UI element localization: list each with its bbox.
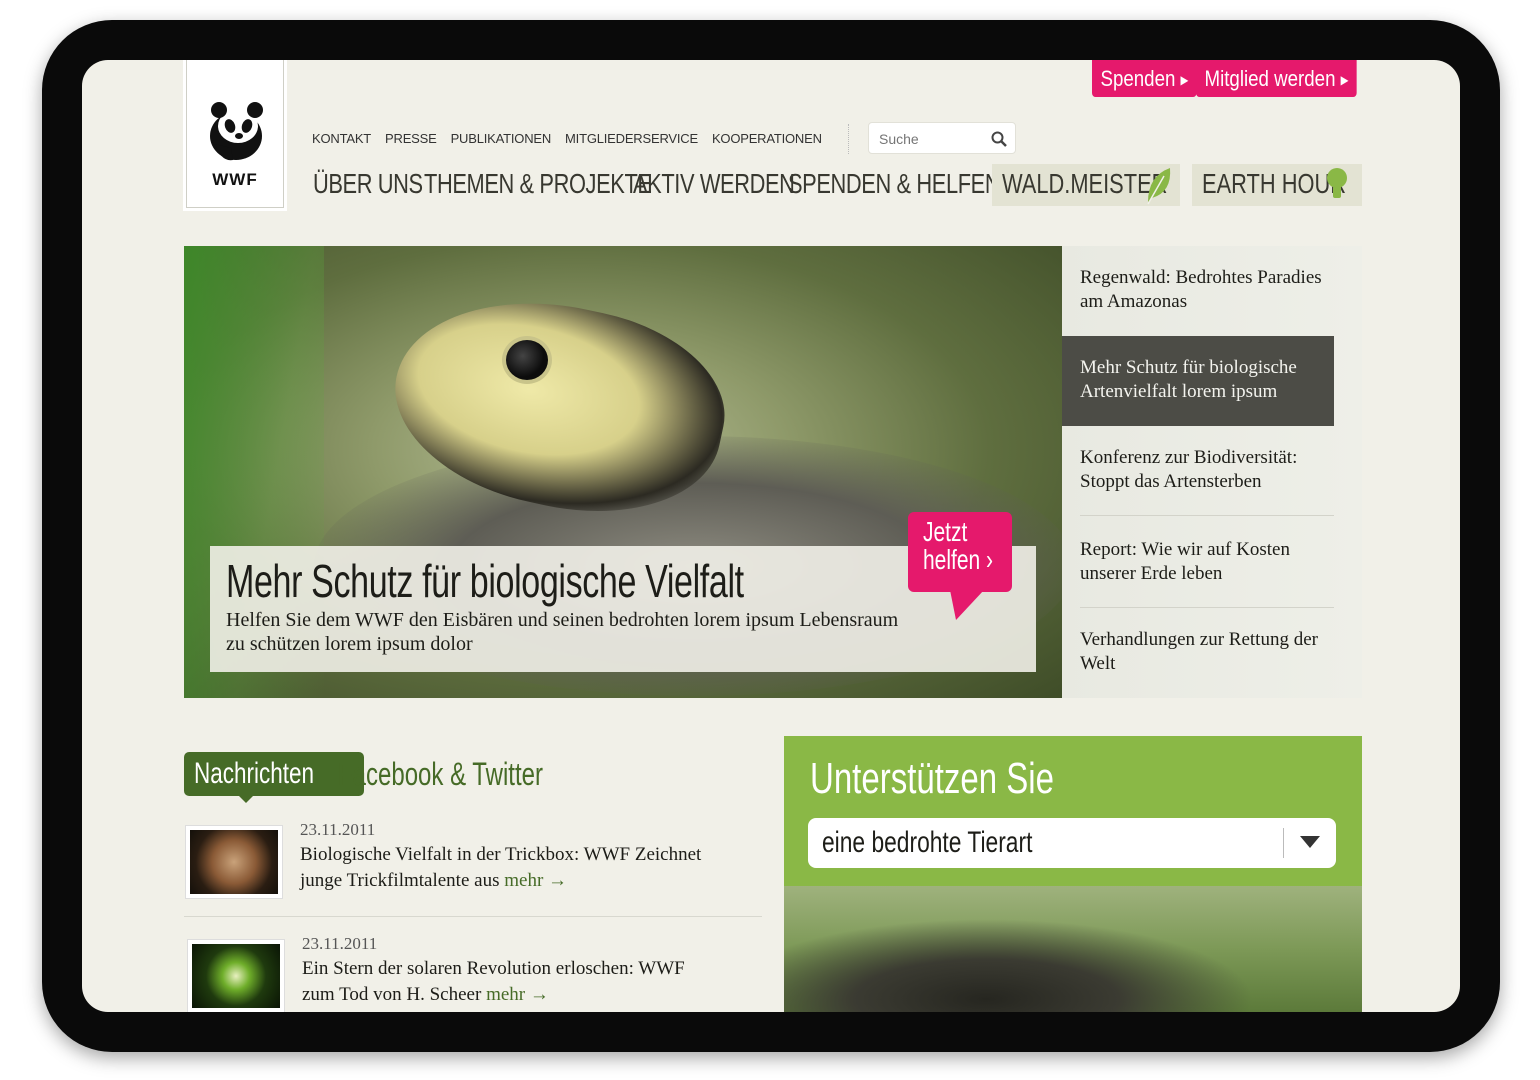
select-divider (1283, 828, 1284, 858)
jetzt-helfen-label: Jetzt helfen › (923, 516, 994, 575)
chevron-down-icon[interactable] (1300, 836, 1320, 850)
donate-button[interactable]: Spenden ▶ (1092, 60, 1197, 97)
teaser-label: Mehr Schutz für biologische Artenvielfal… (1080, 357, 1297, 402)
nav-link-publikationen[interactable]: PUBLIKATIONEN (451, 131, 552, 146)
teaser-item[interactable]: Regenwald: Bedrohtes Paradies am Amazona… (1062, 246, 1334, 336)
news-text: Ein Stern der solaren Revolution erlosch… (302, 956, 722, 1008)
nav-divider (848, 124, 849, 154)
news-title[interactable]: Biologische Vielfalt in der Trickbox: WW… (300, 844, 701, 891)
nav-themen-projekte-label: THEMEN & PROJEKTE (424, 168, 652, 199)
animal-select-value: eine bedrohte Tierart (822, 826, 1033, 859)
donate-label: Spenden (1100, 66, 1176, 91)
member-button[interactable]: Mitglied werden ▶ (1196, 60, 1357, 97)
news-thumbnail-sun[interactable] (188, 940, 284, 1012)
tab-facebook-twitter[interactable]: Facebook & Twitter (338, 752, 543, 796)
teaser-label: Regenwald: Bedrohtes Paradies am Amazona… (1080, 267, 1322, 312)
arrow-right-icon: ▶ (1180, 73, 1189, 87)
browser-viewport: WWF Spenden ▶ Mitglied werden ▶ KONTAKT PR… (82, 60, 1460, 1012)
arrow-right-icon: ▶ (1340, 73, 1349, 87)
news-date: 23.11.2011 (302, 934, 378, 953)
nav-spenden-helfen-label: SPENDEN & HELFEN (788, 168, 1001, 199)
hero-title[interactable]: Mehr Schutz für biologische Vielfalt (226, 554, 744, 608)
snake-eye (502, 336, 552, 384)
nav-link-kooperationen[interactable]: KOOPERATIONEN (712, 131, 822, 146)
search-box[interactable] (868, 122, 1016, 154)
teaser-item[interactable]: Report: Wie wir auf Kosten unserer Erde … (1062, 518, 1334, 608)
teaser-list: Regenwald: Bedrohtes Paradies am Amazona… (1062, 246, 1362, 698)
nav-aktiv-werden-label: AKTIV WERDEN (633, 168, 795, 199)
animal-select[interactable]: eine bedrohte Tierart (808, 818, 1336, 868)
jetzt-helfen-button[interactable]: Jetzt helfen › (908, 512, 1012, 620)
member-label: Mitglied werden (1204, 66, 1336, 91)
teaser-item[interactable]: Verhandlungen zur Rettung der Welt (1062, 608, 1334, 698)
news-divider (184, 916, 762, 917)
utility-nav: KONTAKT PRESSE PUBLIKATIONEN MITGLIEDERS… (312, 131, 822, 146)
leaf-icon (1147, 168, 1171, 205)
logo-text: WWF (212, 170, 258, 189)
nav-earth-hour[interactable]: EARTH HOUR (1192, 164, 1362, 206)
teaser-label: Report: Wie wir auf Kosten unserer Erde … (1080, 539, 1290, 584)
nav-link-kontakt[interactable]: KONTAKT (312, 131, 371, 146)
nav-ueber-uns-label: ÜBER UNS (313, 168, 423, 199)
search-input[interactable] (879, 129, 989, 149)
tab-nachrichten-label: Nachrichten (194, 757, 315, 790)
teaser-item[interactable]: Konferenz zur Biodiversität: Stoppt das … (1062, 426, 1334, 516)
news-text: Biologische Vielfalt in der Trickbox: WW… (300, 842, 720, 894)
teaser-divider (1080, 515, 1334, 516)
nav-wald-meister-label: WALD.MEISTER (1002, 168, 1168, 199)
wwf-logo[interactable]: WWF (186, 60, 284, 208)
news-more-link[interactable]: mehr → (504, 870, 567, 891)
teaser-label: Konferenz zur Biodiversität: Stoppt das … (1080, 447, 1298, 492)
news-date: 23.11.2011 (300, 820, 376, 839)
search-icon[interactable] (991, 131, 1007, 147)
hero-image[interactable]: Mehr Schutz für biologische Vielfalt Hel… (184, 246, 1062, 698)
nav-link-mitgliederservice[interactable]: MITGLIEDERSERVICE (565, 131, 698, 146)
nav-wald-meister[interactable]: WALD.MEISTER (992, 164, 1180, 206)
gorilla-image[interactable] (784, 886, 1362, 1012)
support-title: Unterstützen Sie (810, 754, 1054, 803)
support-box: Unterstützen Sie eine bedrohte Tierart (784, 736, 1362, 1012)
teaser-item-active[interactable]: Mehr Schutz für biologische Artenvielfal… (1062, 336, 1334, 426)
lightbulb-icon (1327, 168, 1347, 198)
teaser-label: Verhandlungen zur Rettung der Welt (1080, 629, 1318, 674)
hero-subtitle: Helfen Sie dem WWF den Eisbären und sein… (226, 609, 899, 655)
news-thumbnail-chimp[interactable] (186, 826, 282, 898)
nav-link-presse[interactable]: PRESSE (385, 131, 437, 146)
news-more-link[interactable]: mehr → (486, 984, 549, 1005)
panda-icon (210, 102, 263, 161)
